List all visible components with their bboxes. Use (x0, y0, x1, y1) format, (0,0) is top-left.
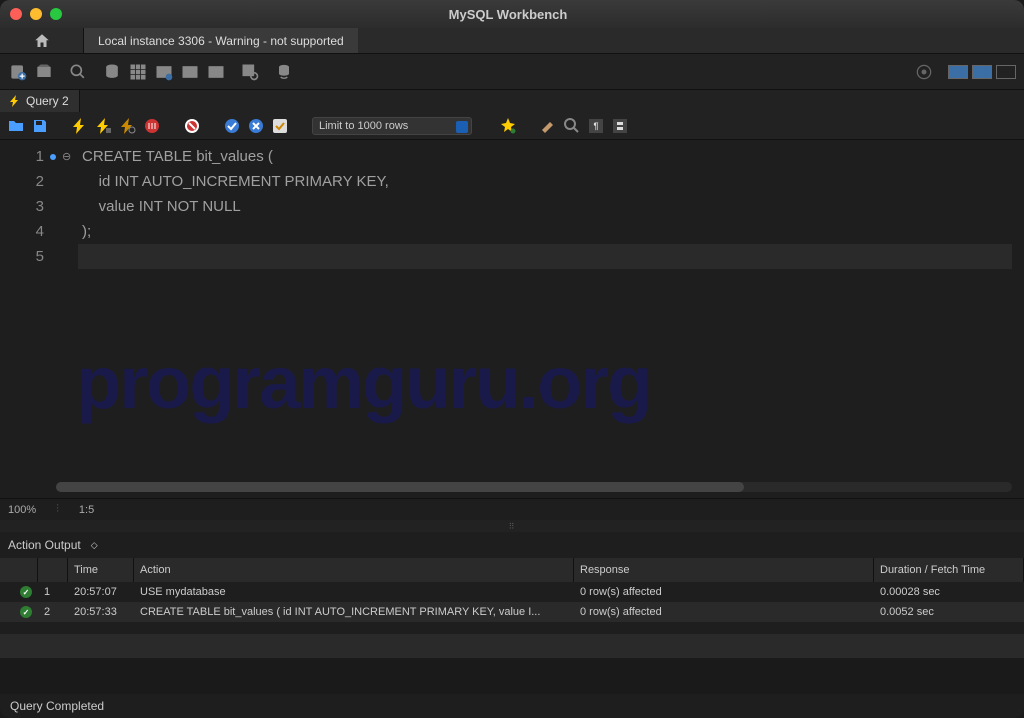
query-tab-label: Query 2 (26, 94, 69, 108)
new-sql-tab-icon[interactable] (8, 62, 28, 82)
editor-status-bar: 100% ⫶ 1:5 (0, 498, 1024, 520)
home-tab[interactable] (0, 28, 84, 53)
maximize-window-button[interactable] (50, 8, 62, 20)
query-tab[interactable]: Query 2 (0, 90, 80, 112)
invisible-chars-icon[interactable] (564, 118, 580, 134)
create-procedure-icon[interactable] (180, 62, 200, 82)
window-controls (10, 8, 62, 20)
beautify-icon[interactable] (500, 118, 516, 134)
connection-tab[interactable]: Local instance 3306 - Warning - not supp… (84, 28, 358, 53)
status-text: Query Completed (10, 699, 104, 713)
code-line (82, 244, 1024, 269)
window-title: MySQL Workbench (62, 7, 954, 22)
output-dropdown-icon[interactable]: ◇ (91, 540, 98, 551)
output-table-header: Time Action Response Duration / Fetch Ti… (0, 558, 1024, 582)
limit-rows-label: Limit to 1000 rows (319, 120, 408, 132)
find-icon[interactable] (540, 118, 556, 134)
search-table-icon[interactable] (240, 62, 260, 82)
minimize-window-button[interactable] (30, 8, 42, 20)
code-content[interactable]: CREATE TABLE bit_values ( id INT AUTO_IN… (78, 140, 1024, 498)
code-line: value INT NOT NULL (82, 194, 1024, 219)
svg-text:¶: ¶ (593, 121, 598, 131)
statement-marker (50, 154, 56, 160)
success-icon (20, 606, 32, 618)
status-bar: Query Completed (0, 694, 1024, 718)
create-view-icon[interactable] (154, 62, 174, 82)
create-table-icon[interactable] (128, 62, 148, 82)
output-empty-row (0, 634, 1024, 658)
panel-toggle-group (948, 65, 1016, 79)
lightning-icon (10, 95, 20, 107)
query-toolbar: Limit to 1000 rows ¶ (0, 112, 1024, 140)
fold-icon[interactable]: ⊖ (62, 150, 71, 163)
commit-icon[interactable] (224, 118, 240, 134)
main-toolbar (0, 54, 1024, 90)
success-icon (20, 586, 32, 598)
right-panel-toggle[interactable] (996, 65, 1016, 79)
rollback-icon[interactable] (248, 118, 264, 134)
open-file-icon[interactable] (8, 118, 24, 134)
snippets-icon[interactable] (612, 118, 628, 134)
code-line: CREATE TABLE bit_values ( (82, 144, 1024, 169)
action-output-table: Time Action Response Duration / Fetch Ti… (0, 558, 1024, 658)
connection-tab-label: Local instance 3306 - Warning - not supp… (98, 34, 344, 48)
action-output-label: Action Output (8, 538, 81, 552)
sql-editor[interactable]: 1 2 3 4 5 ⊖ CREATE TABLE bit_values ( id… (0, 140, 1024, 498)
reconnect-icon[interactable] (274, 62, 294, 82)
create-function-icon[interactable] (206, 62, 226, 82)
save-file-icon[interactable] (32, 118, 48, 134)
close-window-button[interactable] (10, 8, 22, 20)
zoom-divider: ⫶ (56, 503, 59, 516)
col-duration-header[interactable]: Duration / Fetch Time (874, 558, 1024, 582)
pane-splitter[interactable]: ⠿ (0, 520, 1024, 532)
line-number-gutter: 1 2 3 4 5 (0, 140, 50, 498)
query-tab-bar: Query 2 (0, 90, 1024, 112)
cursor-position: 1:5 (79, 504, 94, 516)
col-action-header[interactable]: Action (134, 558, 574, 582)
open-sql-file-icon[interactable] (34, 62, 54, 82)
no-limit-icon[interactable] (184, 118, 200, 134)
output-row[interactable]: 1 20:57:07 USE mydatabase 0 row(s) affec… (0, 582, 1024, 602)
zoom-level[interactable]: 100% (8, 504, 36, 516)
inspector-icon[interactable] (68, 62, 88, 82)
wrap-icon[interactable]: ¶ (588, 118, 604, 134)
connection-tab-bar: Local instance 3306 - Warning - not supp… (0, 28, 1024, 54)
code-line: ); (82, 219, 1024, 244)
execute-current-icon[interactable] (96, 118, 112, 134)
col-response-header[interactable]: Response (574, 558, 874, 582)
titlebar: MySQL Workbench (0, 0, 1024, 28)
settings-icon[interactable] (914, 62, 934, 82)
create-schema-icon[interactable] (102, 62, 122, 82)
fold-gutter: ⊖ (50, 140, 78, 498)
left-panel-toggle[interactable] (948, 65, 968, 79)
output-row[interactable]: 2 20:57:33 CREATE TABLE bit_values ( id … (0, 602, 1024, 622)
bottom-panel-toggle[interactable] (972, 65, 992, 79)
code-line: id INT AUTO_INCREMENT PRIMARY KEY, (82, 169, 1024, 194)
action-output-header: Action Output ◇ (0, 532, 1024, 558)
col-time-header[interactable]: Time (68, 558, 134, 582)
limit-rows-select[interactable]: Limit to 1000 rows (312, 117, 472, 135)
stop-icon[interactable] (144, 118, 160, 134)
explain-icon[interactable] (120, 118, 136, 134)
execute-icon[interactable] (72, 118, 88, 134)
autocommit-icon[interactable] (272, 118, 288, 134)
